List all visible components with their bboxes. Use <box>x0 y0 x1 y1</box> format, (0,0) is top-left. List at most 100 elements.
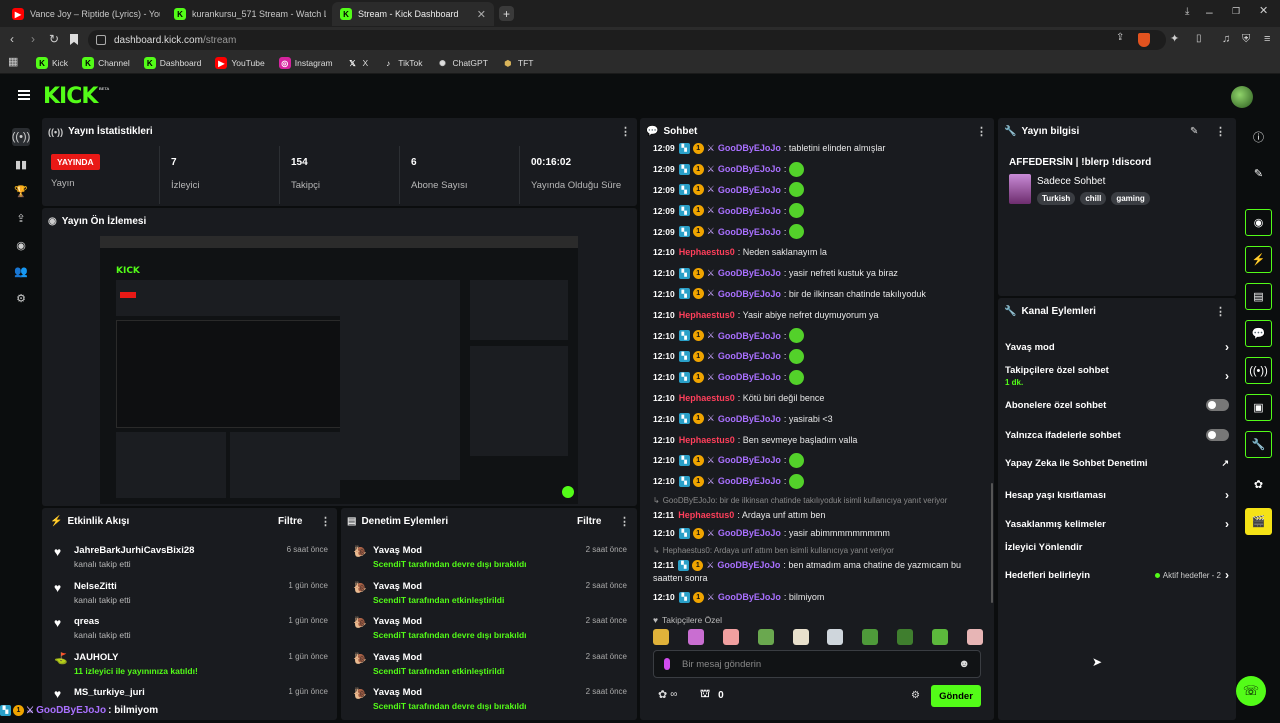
action-slow-mode[interactable]: Yavaş mod › <box>1005 340 1229 354</box>
music-icon[interactable]: ♫ <box>1222 34 1230 45</box>
bookmark-kick[interactable]: K Kick <box>36 57 68 69</box>
community-icon[interactable]: 👥 <box>12 262 30 280</box>
info-icon[interactable]: ⓘ <box>1245 123 1272 150</box>
item-name[interactable]: qreas <box>74 616 131 627</box>
bookmark-channel[interactable]: K Channel <box>82 57 130 69</box>
emote-icon[interactable] <box>687 629 704 645</box>
stream-icon[interactable]: ((•)) <box>12 128 30 146</box>
kebab-menu-icon[interactable]: ⋮ <box>976 125 987 138</box>
menu-icon[interactable]: ≡ <box>1264 34 1270 45</box>
kebab-menu-icon[interactable]: ⋮ <box>1215 305 1226 318</box>
emote-icon[interactable] <box>862 629 879 645</box>
emote-icon[interactable] <box>757 629 774 645</box>
msg-username[interactable]: GooDByEJoJo <box>718 414 781 424</box>
close-window-icon[interactable]: ✕ <box>1259 6 1268 17</box>
tag[interactable]: chill <box>1080 192 1107 205</box>
msg-username[interactable]: GooDByEJoJo <box>718 227 781 237</box>
msg-username[interactable]: Hephaestus0 <box>679 310 735 320</box>
lightning-icon[interactable]: ⚡ <box>1245 246 1272 273</box>
emote-icon[interactable] <box>932 629 948 645</box>
msg-username[interactable]: GooDByEJoJo <box>718 143 781 153</box>
tab-search-icon[interactable]: ⤓ <box>1185 7 1189 17</box>
browser-tab[interactable]: K kurankursu_571 Stream - Watch Live <box>166 2 326 26</box>
item-name[interactable]: NelseZitti <box>74 581 131 592</box>
settings-icon[interactable]: ⚙ <box>12 289 30 307</box>
bookmark-instagram[interactable]: ◎ Instagram <box>278 57 333 69</box>
msg-username[interactable]: Hephaestus0 <box>679 247 735 257</box>
tag[interactable]: Turkish <box>1037 192 1076 205</box>
stream-preview-video[interactable]: KICK <box>100 236 578 504</box>
moderation-icon[interactable]: ◉ <box>12 236 30 254</box>
emote-icon[interactable] <box>897 629 914 645</box>
action-account-age[interactable]: Hesap yaşı kısıtlaması › <box>1005 488 1229 502</box>
edit-icon[interactable]: ✎ <box>1190 126 1198 137</box>
site-info-icon[interactable] <box>96 35 106 45</box>
msg-username[interactable]: GooDByEJoJo <box>718 206 781 216</box>
item-name[interactable]: JahreBarkJurhiCavsBixi28 <box>74 545 194 556</box>
upload-icon[interactable]: ⇪ <box>12 209 30 227</box>
analytics-icon[interactable]: ▮▮ <box>12 155 30 173</box>
msg-username[interactable]: GooDByEJoJo <box>718 528 781 538</box>
brave-shield-icon[interactable] <box>1138 33 1150 47</box>
url-bar[interactable]: dashboard.kick.com/stream ⇪ <box>88 30 1166 50</box>
maximize-icon[interactable]: ❐ <box>1232 7 1240 16</box>
chat-input[interactable]: Bir mesaj gönderin ☻ <box>653 650 981 678</box>
category-name[interactable]: Sadece Sohbet <box>1037 176 1105 187</box>
emotes-only-toggle[interactable] <box>1206 429 1229 441</box>
action-banned-words[interactable]: Yasaklanmış kelimeler › <box>1005 517 1229 531</box>
trophy-icon[interactable]: 🏆 <box>12 182 30 200</box>
sidepanel-icon[interactable]: ▯ <box>1196 34 1202 44</box>
msg-username[interactable]: GooDByEJoJo <box>718 476 781 486</box>
emote-icon[interactable] <box>653 629 669 645</box>
emote-icon[interactable] <box>792 629 809 645</box>
action-followers-only[interactable]: Takipçilere özel sohbet 1 dk. › <box>1005 365 1229 387</box>
bookmark-x[interactable]: 𝕏X <box>347 57 368 69</box>
emote-icon[interactable] <box>827 629 844 645</box>
clipboard-icon[interactable]: ▤ <box>1245 283 1272 310</box>
minimize-icon[interactable]: – <box>1206 6 1213 18</box>
msg-username[interactable]: GooDByEJoJo <box>718 185 781 195</box>
browser-tab[interactable]: ▶ Vance Joy – Riptide (Lyrics) - You <box>4 2 160 26</box>
msg-username[interactable]: GooDByEJoJo <box>718 592 781 602</box>
msg-username[interactable]: GooDByEJoJo <box>718 351 781 361</box>
filter-button[interactable]: Filtre <box>278 516 302 527</box>
bookmark-youtube[interactable]: ▶ YouTube <box>215 57 265 69</box>
msg-username[interactable]: GooDByEJoJo <box>718 164 781 174</box>
emote-icon[interactable] <box>966 629 983 645</box>
support-icon[interactable]: ☏ <box>1236 676 1266 706</box>
moderation-tool-icon[interactable]: ◉ <box>1245 209 1272 236</box>
kick-logo[interactable]: KICK <box>43 84 98 109</box>
back-icon[interactable]: ‹ <box>10 33 14 45</box>
share-icon[interactable]: ⇪ <box>1116 33 1124 43</box>
msg-username[interactable]: GooDByEJoJo <box>718 289 781 299</box>
action-host[interactable]: İzleyici Yönlendir <box>1005 542 1229 553</box>
edit-icon[interactable]: ✎ <box>1245 160 1272 187</box>
extensions-icon[interactable]: ✦ <box>1170 34 1179 45</box>
action-goals[interactable]: Hedefleri belirleyin Aktif hedefler - 2 … <box>1005 568 1229 582</box>
tag[interactable]: gaming <box>1111 192 1150 205</box>
msg-username[interactable]: GooDByEJoJo <box>717 560 780 570</box>
clip-tool-icon[interactable]: 🎬 <box>1245 508 1272 535</box>
emote-icon[interactable] <box>722 629 739 645</box>
msg-username[interactable]: GooDByEJoJo <box>718 268 781 278</box>
bookmark-tiktok[interactable]: ♪ TikTok <box>382 57 422 69</box>
emoji-icon[interactable]: ☻ <box>958 658 970 670</box>
hamburger-menu-icon[interactable] <box>18 90 30 100</box>
kebab-menu-icon[interactable]: ⋮ <box>1215 125 1226 138</box>
reload-icon[interactable]: ↻ <box>49 33 59 45</box>
chat-tool-icon[interactable]: 💬 <box>1245 320 1272 347</box>
close-tab-icon[interactable]: ✕ <box>477 8 486 21</box>
bookmark-icon[interactable] <box>70 34 78 45</box>
category-thumbnail[interactable] <box>1009 174 1031 204</box>
bookmark-tft[interactable]: ⬢ TFT <box>502 57 533 69</box>
msg-username[interactable]: Hephaestus0 <box>678 510 734 520</box>
kebab-menu-icon[interactable]: ⋮ <box>620 125 631 138</box>
community-tool-icon[interactable]: ✿ <box>1245 471 1272 498</box>
chat-scrollbar[interactable] <box>991 483 993 603</box>
msg-username[interactable]: Hephaestus0 <box>679 393 735 403</box>
filter-button[interactable]: Filtre <box>577 516 601 527</box>
bookmark-chatgpt[interactable]: ✺ ChatGPT <box>436 57 488 69</box>
msg-username[interactable]: GooDByEJoJo <box>718 372 781 382</box>
action-ai-moderation[interactable]: Yapay Zeka ile Sohbet Denetimi ↗ <box>1005 458 1229 469</box>
forward-icon[interactable]: › <box>31 33 35 45</box>
